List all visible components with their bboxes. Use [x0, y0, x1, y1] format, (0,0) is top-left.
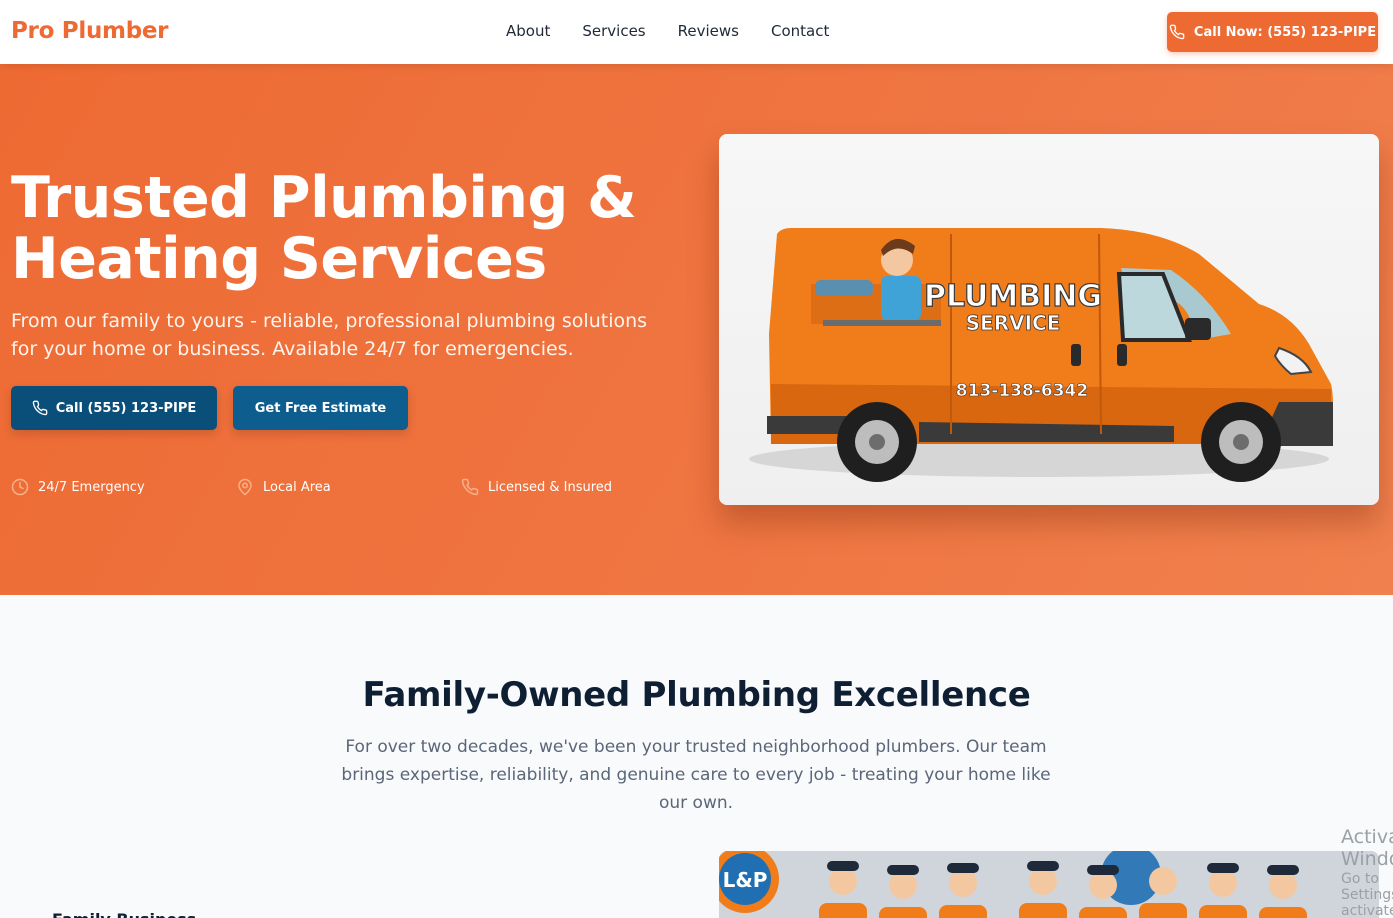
hero-call-button[interactable]: Call (555) 123-PIPE [11, 386, 217, 430]
hero-van-image: PLUMBING SERVICE 813-138-6342 [719, 134, 1379, 505]
nav-link-contact[interactable]: Contact [771, 22, 829, 40]
team-photo-illustration: L&P [719, 851, 1379, 918]
main-nav: About Services Reviews Contact [506, 22, 861, 40]
hero-subtitle: From our family to yours - reliable, pro… [11, 310, 648, 360]
phone-icon [1169, 24, 1185, 40]
about-description: For over two decades, we've been your tr… [341, 737, 1051, 813]
header-call-label: Call Now: (555) 123-PIPE [1193, 24, 1377, 40]
phone-icon [461, 478, 479, 496]
van-text-service: SERVICE [966, 311, 1061, 335]
map-pin-icon [238, 478, 252, 496]
watermark-line2: Go to Settings to activate Windows. [1341, 871, 1393, 918]
feature-label: Local Area [263, 479, 331, 495]
site-header: Pro Plumber About Services Reviews Conta… [0, 0, 1393, 64]
windows-activation-watermark: Activate Windows Go to Settings to activ… [1341, 826, 1393, 918]
watermark-line1: Activate Windows [1341, 826, 1393, 870]
about-title: Family-Owned Plumbing Excellence [362, 675, 1031, 715]
nav-link-about[interactable]: About [506, 22, 550, 40]
header-call-button[interactable]: Call Now: (555) 123-PIPE [1167, 12, 1378, 52]
nav-link-services[interactable]: Services [582, 22, 645, 40]
hero-title: Trusted Plumbing & Heating Services [11, 168, 671, 290]
nav-link-reviews[interactable]: Reviews [678, 22, 739, 40]
van-phone: 813-138-6342 [956, 381, 1088, 401]
van-text-plumbing: PLUMBING [924, 279, 1102, 314]
hero-section: Trusted Plumbing & Heating Services From… [0, 64, 1393, 595]
feature-emergency: 24/7 Emergency [11, 478, 145, 496]
team-logo-text: L&P [723, 868, 768, 892]
hero-title-line1: Trusted Plumbing & [11, 165, 637, 231]
hero-call-label: Call (555) 123-PIPE [55, 400, 197, 416]
brand-logo[interactable]: Pro Plumber [11, 18, 169, 44]
team-photo: L&P [719, 851, 1379, 918]
hero-title-line2: Heating Services [11, 226, 547, 292]
clock-icon [11, 478, 29, 496]
phone-icon [32, 400, 48, 416]
feature-licensed: Licensed & Insured [461, 478, 612, 496]
family-business-heading: Family Business [52, 910, 196, 918]
van-illustration: PLUMBING SERVICE 813-138-6342 [749, 228, 1333, 482]
free-estimate-label: Get Free Estimate [254, 400, 387, 416]
feature-label: Licensed & Insured [488, 479, 613, 495]
feature-label: 24/7 Emergency [38, 479, 145, 495]
free-estimate-button[interactable]: Get Free Estimate [233, 386, 408, 430]
feature-local-area: Local Area [236, 478, 331, 496]
